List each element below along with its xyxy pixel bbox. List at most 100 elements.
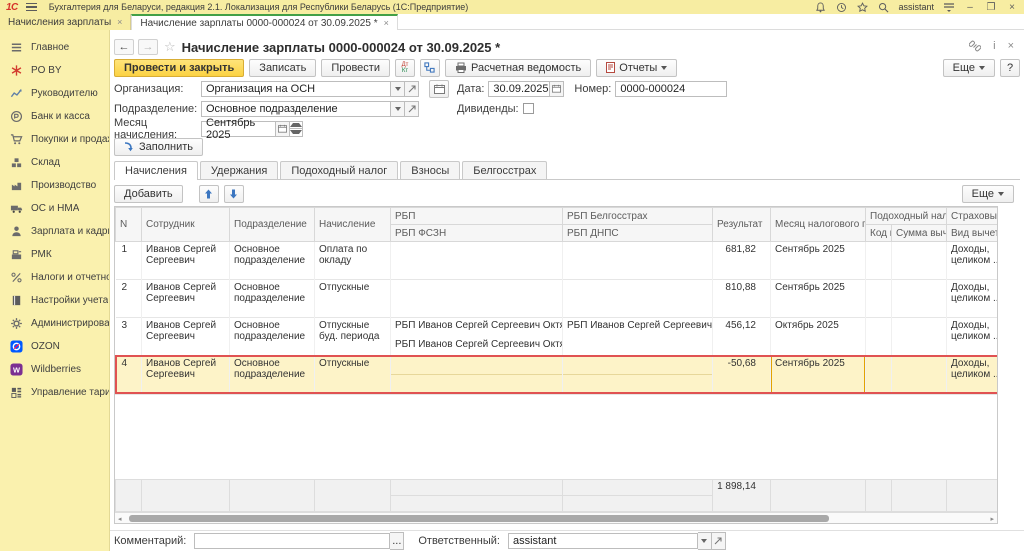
col-rbp[interactable]: РБП xyxy=(391,208,563,225)
table-row[interactable]: 3 Иванов Сергей Сергеевич Основное подра… xyxy=(116,318,998,337)
sidebar-item-rmk[interactable]: РМК xyxy=(0,243,109,266)
col-tax-month[interactable]: Месяц налогового периода xyxy=(771,208,866,242)
tab-deductions[interactable]: Удержания xyxy=(200,161,278,179)
tab-payroll-document[interactable]: Начисление зарплаты 0000-000024 от 30.09… xyxy=(131,14,397,30)
date-input[interactable]: 30.09.2025 xyxy=(488,81,550,97)
sidebar: Главное PO BY Руководителю Банк и касса … xyxy=(0,30,110,551)
sidebar-item-po-by[interactable]: PO BY xyxy=(0,59,109,82)
tab-close-icon[interactable]: × xyxy=(117,17,122,27)
sidebar-item-production[interactable]: Производство xyxy=(0,174,109,197)
col-insurance-group[interactable]: Страховые вз xyxy=(947,208,997,225)
sidebar-item-accounting-settings[interactable]: Настройки учета xyxy=(0,289,109,312)
current-user[interactable]: assistant xyxy=(898,2,934,12)
move-row-up-button[interactable] xyxy=(199,185,219,203)
responsible-input[interactable] xyxy=(508,533,698,549)
show-postings-dtkt-button[interactable]: Дт Кт xyxy=(395,59,415,77)
sidebar-item-wildberries[interactable]: W Wildberries xyxy=(0,358,109,381)
col-rbp-dnps[interactable]: РБП ДНПС xyxy=(563,225,713,242)
sidebar-item-main[interactable]: Главное xyxy=(0,36,109,59)
get-link-icon[interactable] xyxy=(969,40,981,52)
col-department[interactable]: Подразделение xyxy=(230,208,315,242)
col-n[interactable]: N xyxy=(116,208,142,242)
document-structure-button[interactable] xyxy=(420,59,440,77)
search-icon[interactable] xyxy=(877,1,889,13)
scroll-right-icon[interactable]: ▸ xyxy=(990,515,994,523)
more-button[interactable]: Еще xyxy=(943,59,995,77)
sidebar-item-tariff[interactable]: Управление тарифом xyxy=(0,381,109,404)
col-rbp-fszn[interactable]: РБП ФСЗН xyxy=(391,225,563,242)
sidebar-item-manager[interactable]: Руководителю xyxy=(0,82,109,105)
tab-contributions[interactable]: Взносы xyxy=(400,161,460,179)
department-open-link-icon[interactable] xyxy=(405,101,419,117)
sidebar-item-warehouse[interactable]: Склад xyxy=(0,151,109,174)
comment-input[interactable] xyxy=(194,533,390,549)
accrual-month-input[interactable]: Сентябрь 2025 xyxy=(201,121,276,137)
tab-close-icon[interactable]: × xyxy=(384,18,389,28)
col-result[interactable]: Результат xyxy=(713,208,771,242)
scroll-left-icon[interactable]: ◂ xyxy=(118,515,122,523)
main-menu-icon[interactable] xyxy=(26,3,37,11)
horizontal-scrollbar[interactable]: ◂ ▸ xyxy=(115,512,997,523)
department-dropdown-icon[interactable] xyxy=(391,101,405,117)
service-settings-menu-icon[interactable] xyxy=(943,1,955,13)
move-row-down-button[interactable] xyxy=(224,185,244,203)
sidebar-item-purchases-sales[interactable]: Покупки и продажи xyxy=(0,128,109,151)
back-button[interactable]: ← xyxy=(114,39,134,55)
dividends-checkbox[interactable] xyxy=(523,103,534,114)
table-row[interactable]: 1 Иванов Сергей Сергеевич Основное подра… xyxy=(116,242,998,261)
post-and-close-button[interactable]: Провести и закрыть xyxy=(114,59,244,77)
col-rbp-belgosstrakh[interactable]: РБП Белгосстрах xyxy=(563,208,713,225)
sidebar-item-label: Покупки и продажи xyxy=(31,134,109,145)
table-row[interactable]: 2 Иванов Сергей Сергеевич Основное подра… xyxy=(116,280,998,299)
set-date-calendar-button[interactable] xyxy=(429,80,449,98)
favorites-star-icon[interactable] xyxy=(856,1,868,13)
sidebar-item-fixed-assets[interactable]: ОС и НМА xyxy=(0,197,109,220)
fill-button[interactable]: Заполнить xyxy=(114,138,203,156)
close-document-icon[interactable]: × xyxy=(1008,40,1014,52)
number-input[interactable]: 0000-000024 xyxy=(615,81,727,97)
sidebar-item-taxes[interactable]: Налоги и отчетность xyxy=(0,266,109,289)
responsible-open-link-icon[interactable] xyxy=(712,532,726,550)
comment-ellipsis-button[interactable]: ... xyxy=(390,532,404,550)
favorite-star-icon[interactable]: ☆ xyxy=(164,39,176,55)
col-employee[interactable]: Сотрудник xyxy=(142,208,230,242)
restore-icon[interactable]: ❐ xyxy=(985,2,997,13)
minimize-icon[interactable]: – xyxy=(964,2,976,13)
responsible-dropdown-icon[interactable] xyxy=(698,532,712,550)
accrual-month-calendar-icon[interactable] xyxy=(276,121,290,137)
scrollbar-thumb[interactable] xyxy=(129,515,829,522)
forward-button[interactable]: → xyxy=(138,39,158,55)
table-more-button[interactable]: Еще xyxy=(962,185,1014,203)
sidebar-item-bank-cash[interactable]: Банк и касса xyxy=(0,105,109,128)
post-button[interactable]: Провести xyxy=(321,59,390,77)
tab-payroll-list[interactable]: Начисления зарплаты × xyxy=(0,14,131,30)
table-row-selected[interactable]: 4 Иванов Сергей Сергеевич Основное подра… xyxy=(116,356,998,375)
col-accrual[interactable]: Начисление xyxy=(315,208,391,242)
notifications-bell-icon[interactable] xyxy=(814,1,826,13)
history-icon[interactable] xyxy=(835,1,847,13)
info-icon[interactable]: i xyxy=(993,40,995,52)
date-calendar-icon[interactable] xyxy=(550,81,564,97)
department-input[interactable]: Основное подразделение xyxy=(201,101,391,117)
add-row-button[interactable]: Добавить xyxy=(114,185,183,203)
help-button[interactable]: ? xyxy=(1000,59,1020,77)
tab-accruals[interactable]: Начисления xyxy=(114,161,198,180)
accrual-month-stepper[interactable] xyxy=(290,121,303,137)
sidebar-item-administration[interactable]: Администрирование xyxy=(0,312,109,335)
sidebar-item-ozon[interactable]: OZON xyxy=(0,335,109,358)
organization-open-link-icon[interactable] xyxy=(405,81,419,97)
sidebar-item-salary-hr[interactable]: Зарплата и кадры xyxy=(0,220,109,243)
col-deduction-sum[interactable]: Сумма вычета xyxy=(892,225,947,242)
organization-input[interactable]: Организация на ОСН xyxy=(201,81,391,97)
reports-button[interactable]: Отчеты xyxy=(596,59,677,77)
col-deduction-code[interactable]: Код в... xyxy=(866,225,892,242)
col-deduction-kind[interactable]: Вид вычета xyxy=(947,225,997,242)
close-window-icon[interactable]: × xyxy=(1006,2,1018,13)
payroll-sheet-button[interactable]: Расчетная ведомость xyxy=(445,59,591,77)
save-button[interactable]: Записать xyxy=(249,59,316,77)
organization-dropdown-icon[interactable] xyxy=(391,81,405,97)
col-income-tax-group[interactable]: Подоходный налог xyxy=(866,208,947,225)
tab-belgosstrakh[interactable]: Белгосстрах xyxy=(462,161,547,179)
production-icon xyxy=(9,179,23,193)
tab-income-tax[interactable]: Подоходный налог xyxy=(280,161,398,179)
